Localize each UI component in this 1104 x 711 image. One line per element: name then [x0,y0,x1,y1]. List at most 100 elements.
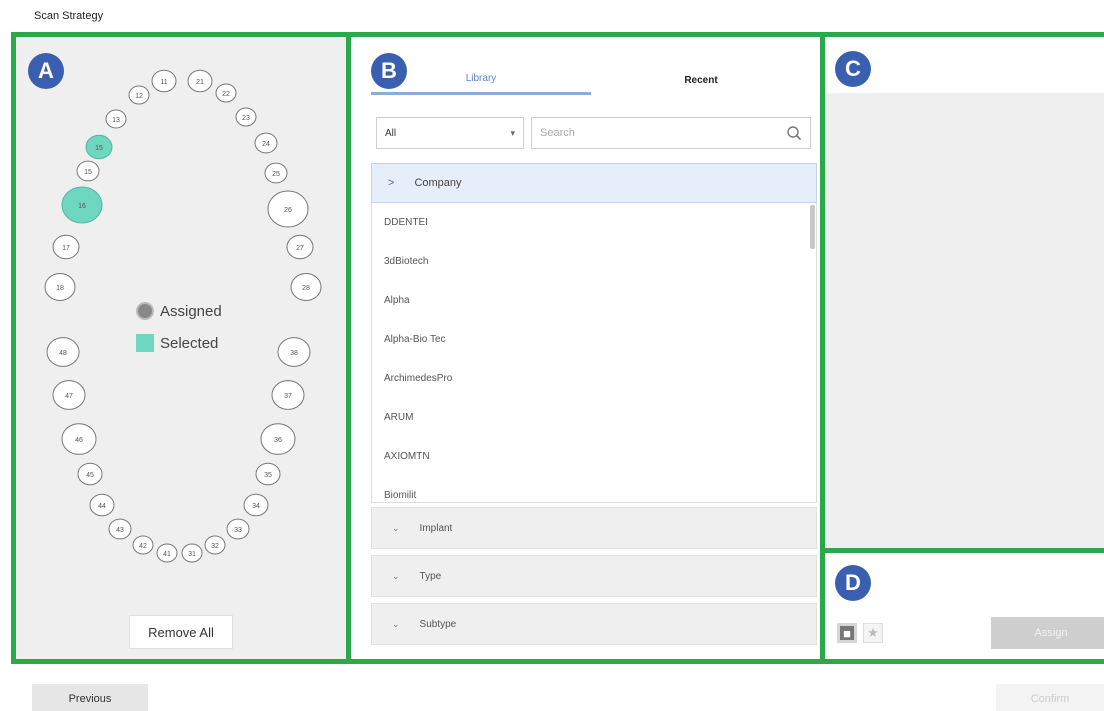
tooth-legend: Assigned Selected [136,295,222,359]
tooth-number: 41 [163,551,171,558]
tooth-35[interactable]: 35 [255,462,281,486]
remove-all-button[interactable]: Remove All [129,615,233,649]
tooth-37[interactable]: 37 [271,380,305,410]
company-section-header[interactable]: > Company [371,163,817,203]
tooth-17[interactable]: 17 [52,234,80,260]
panel-assign: D ■ ★ Assign [820,548,1104,664]
tooth-13[interactable]: 13 [105,109,127,129]
tooth-number: 12 [135,93,143,100]
tooth-15[interactable]: 15 [85,134,113,160]
assign-button[interactable]: Assign [991,617,1104,649]
tooth-16[interactable]: 16 [61,186,103,224]
list-item[interactable]: 3dBiotech [372,242,816,281]
tooth-number: 34 [252,503,260,510]
tooth-27[interactable]: 27 [286,234,314,260]
selected-swatch-icon [136,334,154,352]
legend-selected-label: Selected [160,334,219,352]
implant-section-label: Implant [419,522,453,534]
tooth-number: 17 [62,245,70,252]
list-scrollbar[interactable] [810,205,815,249]
subtype-section-header[interactable]: ⌄ Subtype [371,603,817,645]
previous-button[interactable]: Previous [32,684,148,711]
tooth-number: 21 [196,79,204,86]
tooth-26[interactable]: 26 [267,190,309,228]
confirm-button[interactable]: Confirm [996,684,1104,711]
panel-preview: C [820,32,1104,553]
tooth-22[interactable]: 22 [215,83,237,103]
tooth-42[interactable]: 42 [132,535,154,555]
type-section-label: Type [419,570,442,582]
list-item[interactable]: Biomilit [372,476,816,502]
tooth-number: 28 [302,285,310,292]
tooth-41[interactable]: 41 [156,543,178,563]
implant-section-header[interactable]: ⌄ Implant [371,507,817,549]
tooth-number: 25 [272,171,280,178]
legend-selected: Selected [136,327,222,359]
chevron-down-icon: ▾ [510,127,515,138]
tooth-number: 45 [86,472,94,479]
tooth-number: 18 [56,285,64,292]
tooth-45[interactable]: 45 [77,462,103,486]
tooth-46[interactable]: 46 [61,423,97,455]
tooth-21[interactable]: 21 [187,69,213,93]
tooth-number: 33 [234,527,242,534]
assigned-swatch-icon [136,302,154,320]
tooth-47[interactable]: 47 [52,380,86,410]
tooth-34[interactable]: 34 [243,493,269,517]
tooth-number: 44 [98,503,106,510]
search-input[interactable] [540,127,786,139]
company-section-label: Company [414,177,462,189]
tooth-number: 27 [296,245,304,252]
list-item[interactable]: ArchimedesPro [372,359,816,398]
tooth-48[interactable]: 48 [46,337,80,367]
tooth-12[interactable]: 12 [128,85,150,105]
tooth-number: 47 [65,393,73,400]
tooth-24[interactable]: 24 [254,132,278,154]
chevron-down-icon: ⌄ [392,570,400,581]
tooth-38[interactable]: 38 [277,337,311,367]
tab-recent[interactable]: Recent [591,65,811,95]
tab-library[interactable]: Library [371,65,591,95]
tooth-number: 31 [188,551,196,558]
list-item[interactable]: ARUM [372,398,816,437]
tooth-25[interactable]: 25 [264,162,288,184]
tooth-number: 36 [274,437,282,444]
tooth-number: 42 [139,543,147,550]
company-list[interactable]: DDENTEI 3dBiotech Alpha Alpha-Bio Tec Ar… [371,203,817,503]
panel-library: B Library Recent All ▾ > Company DDENTEI… [346,32,825,664]
tooth-44[interactable]: 44 [89,493,115,517]
square-icon[interactable]: ■ [837,623,857,643]
tooth-31[interactable]: 31 [181,543,203,563]
tooth-15[interactable]: 15 [76,160,100,182]
list-item[interactable]: Alpha-Bio Tec [372,320,816,359]
search-icon[interactable] [786,125,802,141]
tooth-number: 35 [264,472,272,479]
page-title: Scan Strategy [34,10,104,22]
filter-select[interactable]: All ▾ [376,117,524,149]
tooth-18[interactable]: 18 [44,273,76,301]
library-tabs: Library Recent [371,65,811,97]
chevron-down-icon: ⌄ [392,522,400,533]
star-icon[interactable]: ★ [863,623,883,643]
list-item[interactable]: AXIOMTN [372,437,816,476]
search-box[interactable] [531,117,811,149]
tooth-36[interactable]: 36 [260,423,296,455]
list-item[interactable]: Alpha [372,281,816,320]
tooth-43[interactable]: 43 [108,518,132,540]
badge-d: D [835,565,871,601]
tooth-11[interactable]: 11 [151,69,177,93]
chevron-down-icon: ⌄ [392,618,400,629]
tooth-number: 13 [112,117,120,124]
type-section-header[interactable]: ⌄ Type [371,555,817,597]
tooth-number: 15 [84,169,92,176]
preview-area [825,93,1104,548]
tooth-33[interactable]: 33 [226,518,250,540]
tooth-28[interactable]: 28 [290,273,322,301]
legend-assigned: Assigned [136,295,222,327]
tooth-number: 15 [95,145,103,152]
badge-c: C [835,51,871,87]
tooth-23[interactable]: 23 [235,107,257,127]
tooth-32[interactable]: 32 [204,535,226,555]
tooth-number: 37 [284,393,292,400]
list-item[interactable]: DDENTEI [372,203,816,242]
